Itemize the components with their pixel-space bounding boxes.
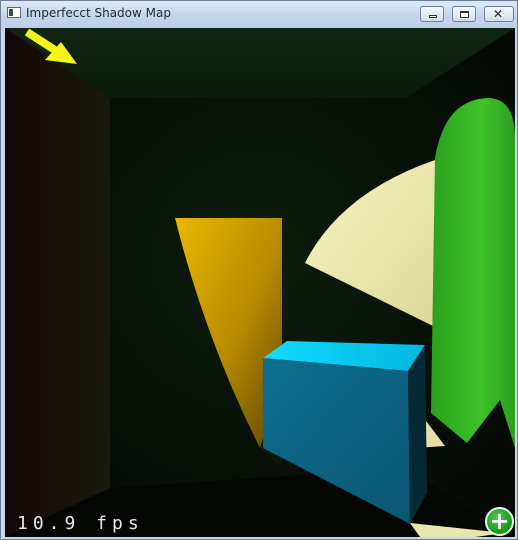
minimize-button[interactable] <box>420 6 444 22</box>
plus-icon: + <box>489 507 510 535</box>
render-viewport[interactable]: 10.9 fps + <box>5 28 515 537</box>
title-bar[interactable]: Imperfecct Shadow Map ✕ <box>1 1 517 28</box>
minimize-icon <box>429 15 437 18</box>
box-side-face <box>408 345 427 524</box>
fps-counter: 10.9 fps <box>17 513 144 534</box>
maximize-button[interactable] <box>452 6 476 22</box>
close-button[interactable]: ✕ <box>484 6 514 22</box>
maximize-icon <box>460 11 469 18</box>
left-wall <box>5 28 110 537</box>
3d-scene-render <box>5 28 515 537</box>
window-title: Imperfecct Shadow Map <box>26 6 171 20</box>
add-button[interactable]: + <box>485 507 514 536</box>
application-window: Imperfecct Shadow Map ✕ 10.9 fps + <box>0 0 518 540</box>
green-arch <box>431 98 515 448</box>
close-icon: ✕ <box>493 7 504 21</box>
window-app-icon[interactable] <box>7 7 21 18</box>
